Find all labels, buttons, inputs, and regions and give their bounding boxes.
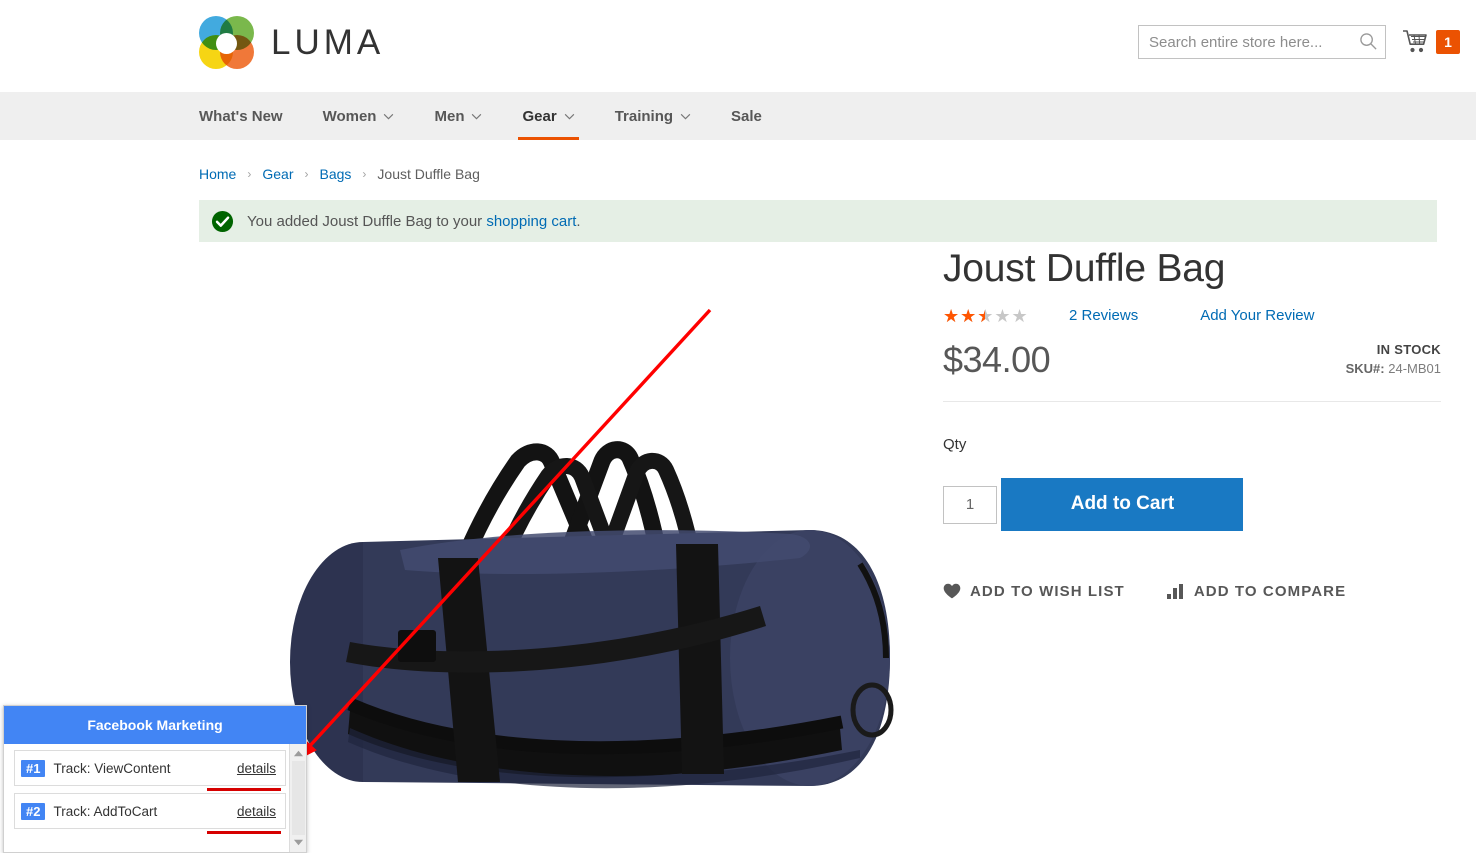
price-row: $34.00 IN STOCK SKU#: 24-MB01 — [943, 339, 1441, 402]
facebook-marketing-body: #1 Track: ViewContent details #2 Track: AddT… — [4, 744, 306, 852]
product-price: $34.00 — [943, 338, 1051, 380]
header-actions: 1 — [1138, 25, 1460, 59]
nav-item-sale[interactable]: Sale — [711, 92, 782, 140]
wishlist-label: ADD TO WISH LIST — [970, 582, 1125, 600]
success-text-before: You added Joust Duffle Bag to your — [247, 212, 487, 230]
sku-label: SKU#: — [1345, 360, 1385, 376]
red-underline-annotation — [207, 831, 281, 834]
tracking-event-row: #1 Track: ViewContent details — [14, 750, 286, 791]
success-check-icon — [211, 210, 234, 232]
event-index-badge: #1 — [21, 759, 46, 777]
nav-item-label: Sale — [731, 107, 762, 125]
nav-item-label: Gear — [522, 107, 557, 125]
breadcrumb-separator: › — [304, 167, 309, 181]
breadcrumb-item-gear[interactable]: Gear — [262, 166, 293, 182]
shopping-cart-link[interactable]: shopping cart — [486, 213, 576, 230]
nav-item-label: Women — [322, 107, 377, 125]
success-message: You added Joust Duffle Bag to your shopp… — [199, 200, 1437, 242]
red-underline-annotation — [207, 788, 281, 791]
breadcrumb-item-bags[interactable]: Bags — [319, 166, 351, 182]
breadcrumb-item-home[interactable]: Home — [199, 166, 236, 182]
secondary-actions: ADD TO WISH LIST ADD TO COMPARE — [943, 583, 1441, 600]
star-rating-filled: ★★★★★ — [943, 306, 985, 325]
cart-link[interactable]: 1 — [1402, 29, 1460, 55]
search-icon[interactable] — [1359, 32, 1378, 51]
details-link[interactable]: details — [237, 804, 276, 819]
chevron-down-icon — [564, 113, 574, 119]
nav-item-training[interactable]: Training — [595, 92, 711, 140]
triangle-up-icon[interactable] — [293, 748, 304, 759]
facebook-marketing-popup: Facebook Marketing #1 Track: ViewContent d… — [3, 705, 307, 853]
chevron-down-icon — [472, 113, 482, 119]
cart-count-badge: 1 — [1436, 30, 1460, 54]
breadcrumb-separator: › — [247, 167, 252, 181]
add-to-wish-list-button[interactable]: ADD TO WISH LIST — [943, 583, 1125, 600]
nav-item-what-s-new[interactable]: What's New — [199, 92, 303, 140]
add-to-cart-button[interactable]: Add to Cart — [1001, 477, 1244, 531]
search-input[interactable] — [1138, 25, 1386, 59]
nav-item-gear[interactable]: Gear — [502, 92, 594, 140]
breadcrumb-item-joust-duffle-bag: Joust Duffle Bag — [377, 166, 480, 182]
nav-item-label: What's New — [199, 107, 283, 125]
site-header: LUMA 1 — [0, 0, 1476, 92]
qty-label: Qty — [943, 435, 967, 453]
search-box[interactable] — [1138, 25, 1386, 59]
shopping-cart-icon[interactable] — [1402, 29, 1430, 55]
page-title: Joust Duffle Bag — [943, 247, 1226, 290]
nav-item-men[interactable]: Men — [414, 92, 502, 140]
nav-item-label: Men — [434, 107, 465, 125]
compare-label: ADD TO COMPARE — [1193, 582, 1347, 600]
nav-item-women[interactable]: Women — [303, 92, 415, 140]
tracking-event-row: #2 Track: AddToCart details — [14, 793, 286, 834]
quantity-input[interactable] — [943, 485, 997, 524]
star-rating: ★★★★★ ★★★★★ — [943, 306, 1028, 325]
product-info: Joust Duffle Bag ★★★★★ ★★★★★ 2 Reviews A… — [943, 247, 1441, 600]
stock-block: IN STOCK SKU#: 24-MB01 — [1346, 342, 1441, 381]
success-message-text: You added Joust Duffle Bag to your shopp… — [247, 213, 581, 230]
triangle-down-icon[interactable] — [293, 837, 304, 848]
rating-row: ★★★★★ ★★★★★ 2 Reviews Add Your Review — [943, 307, 1441, 325]
success-text-after: . — [576, 212, 581, 230]
chevron-down-icon — [680, 113, 691, 119]
reviews-link[interactable]: 2 Reviews — [1069, 307, 1138, 324]
bar-chart-icon — [1166, 583, 1183, 599]
scrollbar-thumb[interactable] — [292, 761, 305, 835]
product-image[interactable] — [200, 258, 918, 853]
main-navigation: What's New Women Men Gear Training Sale — [0, 92, 1476, 140]
breadcrumb: Home › Gear › Bags › Joust Duffle Bag — [199, 166, 480, 182]
popup-scrollbar[interactable] — [289, 744, 306, 852]
luma-ring-logo-icon — [199, 14, 255, 70]
breadcrumb-separator: › — [362, 167, 367, 181]
logo-text: LUMA — [271, 22, 385, 62]
event-label: Track: ViewContent — [53, 760, 171, 776]
status-badge: IN STOCK — [1376, 341, 1441, 357]
event-index-badge: #2 — [21, 802, 46, 820]
heart-icon — [943, 584, 961, 599]
sku-value: 24-MB01 — [1388, 360, 1441, 376]
add-your-review-link[interactable]: Add Your Review — [1200, 307, 1314, 324]
event-label: Track: AddToCart — [53, 803, 158, 819]
nav-item-label: Training — [614, 107, 674, 125]
facebook-marketing-title: Facebook Marketing — [4, 706, 306, 744]
chevron-down-icon — [384, 113, 394, 119]
add-to-compare-button[interactable]: ADD TO COMPARE — [1166, 582, 1347, 600]
duffle-bag-illustration — [200, 258, 918, 853]
details-link[interactable]: details — [237, 761, 276, 776]
logo[interactable]: LUMA — [199, 14, 384, 70]
sku: SKU#: 24-MB01 — [1346, 361, 1441, 376]
